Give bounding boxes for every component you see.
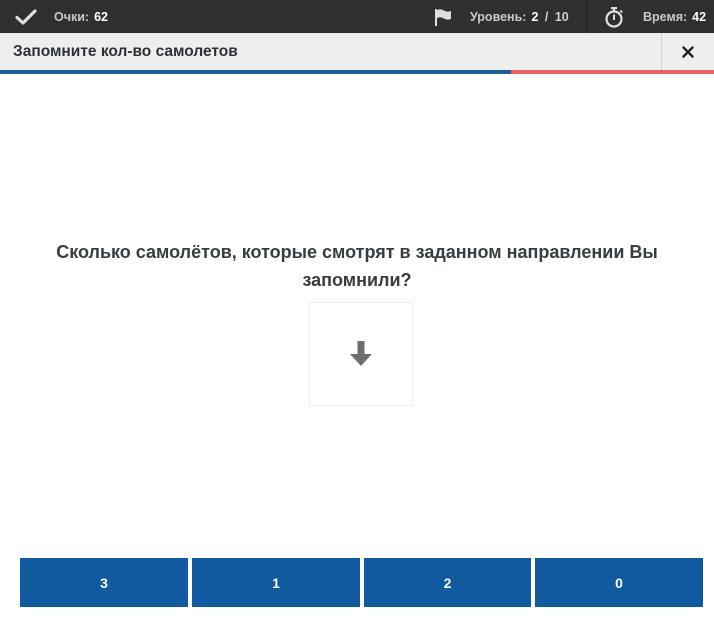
question-text: Сколько самолётов, которые смотрят в зад… — [56, 242, 658, 290]
status-divider — [586, 0, 587, 33]
time-value: 42 — [692, 9, 707, 24]
progress-bar — [0, 70, 714, 74]
arrow-down-icon — [344, 337, 378, 371]
level-total: 10 — [554, 9, 569, 24]
flag-icon — [433, 7, 453, 27]
progress-fill — [0, 70, 511, 74]
answer-button-2[interactable]: 1 — [192, 558, 360, 607]
time-section: Время: 42 — [603, 0, 706, 33]
stopwatch-icon — [603, 6, 625, 28]
level-value: 2 / 10 — [531, 10, 568, 24]
level-current: 2 — [531, 9, 539, 24]
answer-button-4[interactable]: 0 — [535, 558, 703, 607]
score-section: Очки: 62 — [14, 0, 108, 33]
close-button[interactable] — [661, 33, 714, 71]
direction-card — [309, 302, 413, 406]
window-title: Запомните кол-во самолетов — [13, 43, 238, 60]
close-icon[interactable] — [682, 46, 694, 58]
score-label: Очки: — [54, 9, 90, 24]
title-bar: Запомните кол-во самолетов — [0, 33, 714, 71]
status-bar: Очки: 62 Уровень: 2 / 10 Время: 42 — [0, 0, 714, 33]
time-label: Время: — [643, 9, 688, 24]
score-value: 62 — [94, 9, 108, 24]
answer-button-3[interactable]: 2 — [364, 558, 531, 607]
level-separator: / — [544, 9, 549, 24]
checkmark-icon — [14, 8, 38, 26]
answer-button-1[interactable]: 3 — [20, 558, 188, 607]
level-label: Уровень: — [470, 9, 527, 24]
level-section: Уровень: 2 / 10 — [433, 0, 569, 33]
